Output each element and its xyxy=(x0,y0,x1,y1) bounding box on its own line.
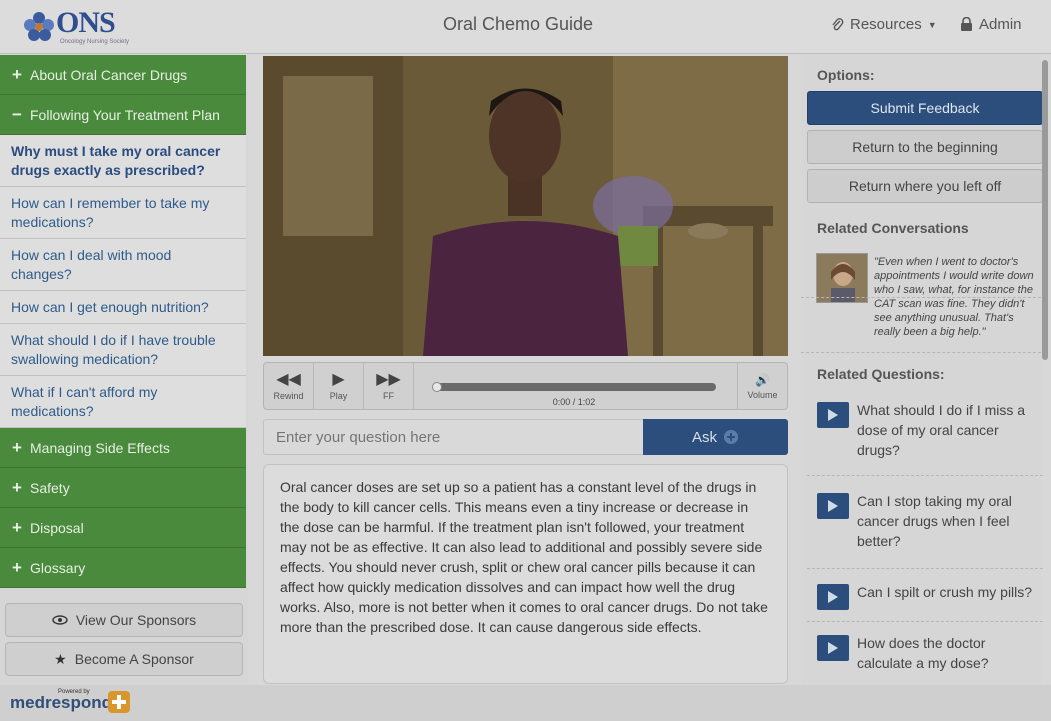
resources-menu[interactable]: Resources ▼ xyxy=(832,16,937,33)
category-label: Glossary xyxy=(30,559,86,576)
ff-label: FF xyxy=(383,390,394,401)
category-label: Disposal xyxy=(30,519,84,536)
flower-icon xyxy=(24,12,54,41)
sidebar-item-nutrition[interactable]: How can I get enough nutrition? xyxy=(0,291,246,324)
ask-button[interactable]: Ask xyxy=(643,419,788,455)
category-following-treatment-plan[interactable]: − Following Your Treatment Plan xyxy=(0,95,246,135)
volume-label: Volume xyxy=(747,389,778,400)
plus-icon: + xyxy=(12,437,22,457)
fast-forward-icon: ▶▶ xyxy=(376,370,401,388)
progress-handle[interactable] xyxy=(432,382,442,392)
scrollbar[interactable] xyxy=(1042,60,1048,360)
related-question-text: Can I stop taking my oral cancer drugs w… xyxy=(857,493,1012,549)
brand-label: medrespond xyxy=(10,693,113,712)
related-conversation[interactable]: "Even when I went to doctor's appointmen… xyxy=(816,253,1041,343)
medrespond-logo[interactable]: Powered by medrespond xyxy=(10,689,130,713)
admin-label: Admin xyxy=(979,16,1022,33)
rewind-label: Rewind xyxy=(273,390,304,401)
timecode: 0:00 / 1:02 xyxy=(552,397,596,407)
logo-subtitle: Oncology Nursing Society xyxy=(60,39,130,45)
header: ONS Oncology Nursing Society Oral Chemo … xyxy=(0,0,1051,54)
sidebar-item-afford[interactable]: What if I can't afford my medications? xyxy=(0,376,246,428)
sidebar-item-swallowing[interactable]: What should I do if I have trouble swall… xyxy=(0,324,246,376)
return-left-off-button[interactable]: Return where you left off xyxy=(807,169,1043,203)
logo-text: ONS xyxy=(56,6,116,39)
progress-track[interactable] xyxy=(436,383,716,391)
admin-link[interactable]: Admin xyxy=(960,16,1022,33)
play-icon xyxy=(817,584,849,610)
category-managing-side-effects[interactable]: + Managing Side Effects xyxy=(0,428,246,468)
related-questions-heading: Related Questions: xyxy=(817,366,945,382)
return-beginning-button[interactable]: Return to the beginning xyxy=(807,130,1043,164)
right-panel: Options: Submit Feedback Return to the b… xyxy=(801,55,1043,685)
view-sponsors-button[interactable]: View Our Sponsors xyxy=(5,603,243,637)
ff-button[interactable]: ▶▶ FF xyxy=(364,363,414,409)
plus-icon: + xyxy=(12,557,22,577)
related-question-item[interactable]: Can I spilt or crush my pills? xyxy=(807,582,1043,622)
category-label: Managing Side Effects xyxy=(30,439,170,456)
volume-button[interactable]: 🔊 Volume xyxy=(737,363,787,409)
plus-icon: + xyxy=(12,477,22,497)
play-button[interactable]: ▶ Play xyxy=(314,363,364,409)
conversations-divider xyxy=(801,297,1041,298)
category-glossary[interactable]: + Glossary xyxy=(0,548,246,588)
play-label: Play xyxy=(329,390,348,401)
category-safety[interactable]: + Safety xyxy=(0,468,246,508)
view-sponsors-label: View Our Sponsors xyxy=(75,612,197,628)
caret-down-icon: ▼ xyxy=(927,19,937,30)
minus-icon: − xyxy=(12,104,22,124)
volume-icon: 🔊 xyxy=(755,372,770,387)
eye-icon xyxy=(52,615,68,625)
submit-feedback-button[interactable]: Submit Feedback xyxy=(807,91,1043,125)
rewind-icon: ◀◀ xyxy=(276,370,301,388)
play-icon xyxy=(817,402,849,428)
category-label: Safety xyxy=(30,479,70,496)
category-label: About Oral Cancer Drugs xyxy=(30,66,188,83)
become-sponsor-button[interactable]: ★ Become A Sponsor xyxy=(5,642,243,676)
related-question-text: How does the doctor calculate a my dose? xyxy=(857,635,989,671)
related-question-text: Can I spilt or crush my pills? xyxy=(857,584,1033,600)
video-player[interactable] xyxy=(263,56,788,356)
play-icon: ▶ xyxy=(332,370,345,388)
paperclip-icon xyxy=(832,17,844,30)
category-label: Following Your Treatment Plan xyxy=(30,106,220,123)
video-frame xyxy=(263,56,788,356)
medical-cross-icon xyxy=(108,691,130,713)
question-input[interactable] xyxy=(263,419,644,455)
ask-row: Ask xyxy=(263,419,788,455)
player-controls: ◀◀ Rewind ▶ Play ▶▶ FF 0:00 / 1:02 🔊 Vol… xyxy=(263,362,788,410)
footer: Powered by medrespond xyxy=(0,685,1051,721)
related-question-item[interactable]: How does the doctor calculate a my dose? xyxy=(807,633,1043,683)
options-heading: Options: xyxy=(817,67,875,83)
rewind-button[interactable]: ◀◀ Rewind xyxy=(264,363,314,409)
resources-label: Resources xyxy=(850,16,922,33)
chat-bubble-icon xyxy=(724,430,738,444)
related-conversations-heading: Related Conversations xyxy=(817,220,969,236)
related-question-item[interactable]: Can I stop taking my oral cancer drugs w… xyxy=(807,491,1043,569)
ons-logo[interactable]: ONS Oncology Nursing Society xyxy=(22,6,132,48)
become-sponsor-label: Become A Sponsor xyxy=(74,651,194,667)
sidebar-item-mood[interactable]: How can I deal with mood changes? xyxy=(0,239,246,291)
play-icon xyxy=(817,635,849,661)
category-disposal[interactable]: + Disposal xyxy=(0,508,246,548)
related-question-text: What should I do if I miss a dose of my … xyxy=(857,402,1026,458)
related-question-item[interactable]: What should I do if I miss a dose of my … xyxy=(807,400,1043,476)
sidebar: + About Oral Cancer Drugs − Following Yo… xyxy=(0,55,248,685)
lock-icon xyxy=(961,17,972,31)
category-about-oral-cancer-drugs[interactable]: + About Oral Cancer Drugs xyxy=(0,55,246,95)
star-icon: ★ xyxy=(54,650,67,667)
app-title: Oral Chemo Guide xyxy=(442,14,594,34)
answer-transcript: Oral cancer doses are set up so a patien… xyxy=(263,464,788,684)
plus-icon: + xyxy=(12,517,22,537)
play-icon xyxy=(817,493,849,519)
powered-by-label: Powered by xyxy=(58,689,90,695)
questions-divider xyxy=(801,352,1041,353)
plus-icon: + xyxy=(12,64,22,84)
sidebar-item-remember[interactable]: How can I remember to take my medication… xyxy=(0,187,246,239)
sidebar-item-why-take-exactly[interactable]: Why must I take my oral cancer drugs exa… xyxy=(0,135,246,187)
ask-label: Ask xyxy=(691,428,717,446)
